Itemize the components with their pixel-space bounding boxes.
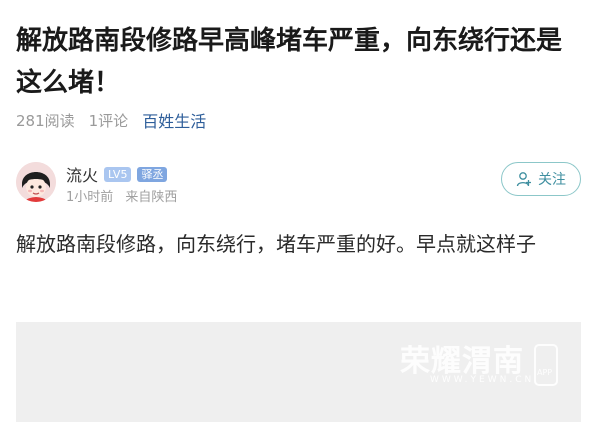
author-subinfo: 1小时前 来自陕西 (66, 186, 185, 205)
rank-badge: 驿丞 (137, 166, 168, 182)
watermark-app-label: APP (537, 368, 553, 377)
author-row: 流火 LV5 驿丞 1小时前 来自陕西 关注 (16, 160, 581, 206)
level-badge: LV5 (104, 166, 132, 182)
avatar-cartoon-icon (16, 162, 56, 202)
post-body: 解放路南段修路，向东绕行，堵车严重的好。早点就这样子 (16, 232, 536, 256)
article-meta: 281阅读 1评论 百姓生活 (16, 108, 206, 132)
follow-label: 关注 (538, 172, 566, 188)
read-count: 281阅读 (16, 111, 75, 130)
author-name-line: 流火 LV5 驿丞 (66, 162, 168, 186)
phone-app-icon: APP (534, 344, 558, 386)
watermark-site: WWW.YEWN.CN (430, 375, 535, 385)
post-location: 来自陕西 (125, 190, 178, 205)
post-time: 1小时前 (66, 190, 114, 205)
author-name[interactable]: 流火 (66, 162, 98, 186)
circle-link[interactable]: 百姓生活 (142, 108, 206, 132)
avatar[interactable] (16, 162, 56, 202)
comment-count[interactable]: 1评论 (89, 110, 129, 131)
watermark-brand: 荣耀渭南 (400, 344, 524, 379)
post-image[interactable]: 荣耀渭南 WWW.YEWN.CN APP (16, 322, 581, 422)
article-title: 解放路南段修路早高峰堵车严重，向东绕行还是这么堵！ (16, 26, 563, 98)
follow-button[interactable]: 关注 (501, 162, 581, 196)
add-user-icon (516, 172, 531, 187)
